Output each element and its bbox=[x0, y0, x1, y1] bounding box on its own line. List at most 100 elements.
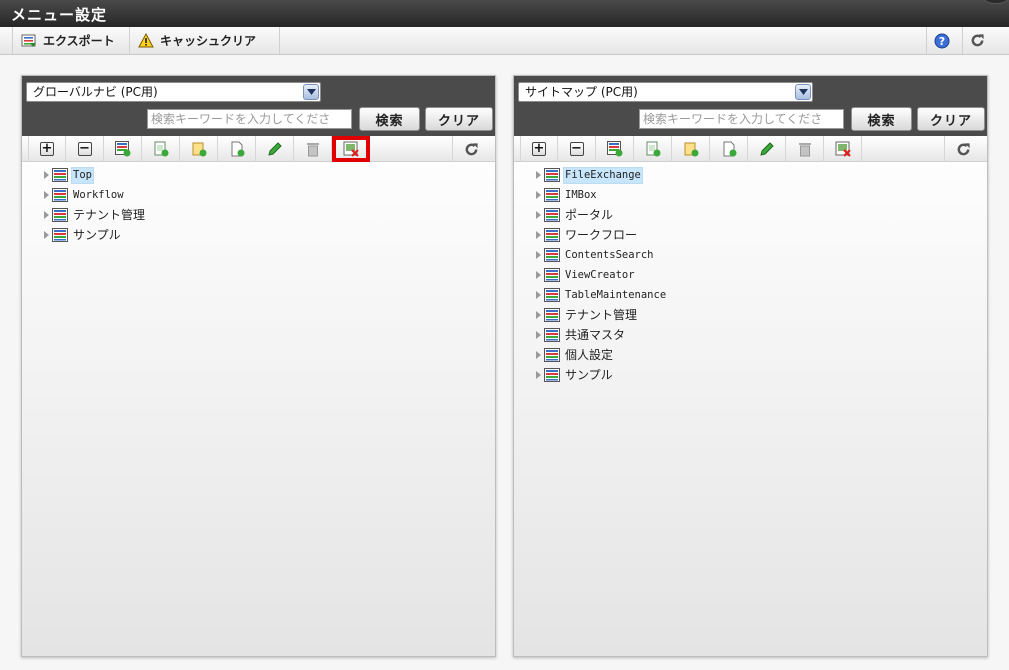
add-link-button[interactable] bbox=[218, 136, 256, 162]
tree-node[interactable]: 個人設定 bbox=[536, 345, 668, 365]
expand-arrow-icon[interactable] bbox=[536, 231, 541, 239]
tree-node-label[interactable]: 個人設定 bbox=[563, 347, 615, 364]
tree-node-label[interactable]: FileExchange bbox=[563, 166, 643, 184]
menu-delete-setting-button[interactable] bbox=[332, 136, 370, 162]
expand-arrow-icon[interactable] bbox=[536, 191, 541, 199]
tree-node[interactable]: IMBox bbox=[536, 185, 668, 205]
add-menu-button[interactable] bbox=[596, 136, 634, 162]
tree-node-label[interactable]: サンプル bbox=[71, 227, 123, 244]
tree-node-label[interactable]: Top bbox=[71, 166, 94, 184]
export-button[interactable]: エクスポート bbox=[12, 27, 130, 54]
tree-node[interactable]: ViewCreator bbox=[536, 265, 668, 285]
expand-arrow-icon[interactable] bbox=[536, 351, 541, 359]
expand-arrow-icon[interactable] bbox=[536, 251, 541, 259]
menu-delete-setting-button[interactable] bbox=[824, 136, 862, 162]
tree-node[interactable]: ワークフロー bbox=[536, 225, 668, 245]
expand-arrow-icon[interactable] bbox=[536, 211, 541, 219]
tree-node[interactable]: テナント管理 bbox=[536, 305, 668, 325]
refresh-icon bbox=[956, 142, 971, 157]
help-icon: ? bbox=[934, 33, 949, 48]
menu-node-icon bbox=[52, 228, 68, 242]
folder-add-icon bbox=[192, 142, 206, 157]
collapse-all-button[interactable]: − bbox=[66, 136, 104, 162]
tree-node-label[interactable]: IMBox bbox=[563, 187, 599, 204]
add-menu-button[interactable] bbox=[104, 136, 142, 162]
search-placeholder: 検索キーワードを入力してくださ bbox=[151, 112, 331, 126]
expand-arrow-icon[interactable] bbox=[536, 331, 541, 339]
tree-refresh-button[interactable] bbox=[452, 136, 490, 162]
add-page-button[interactable] bbox=[142, 136, 180, 162]
expand-arrow-icon[interactable] bbox=[44, 191, 49, 199]
menu-node-icon bbox=[52, 208, 68, 222]
expand-arrow-icon[interactable] bbox=[536, 291, 541, 299]
edit-button[interactable] bbox=[256, 136, 294, 162]
tree-node[interactable]: サンプル bbox=[536, 365, 668, 385]
search-button[interactable]: 検索 bbox=[851, 107, 912, 131]
edit-button[interactable] bbox=[748, 136, 786, 162]
add-page-button[interactable] bbox=[634, 136, 672, 162]
expand-arrow-icon[interactable] bbox=[44, 211, 49, 219]
expand-arrow-icon[interactable] bbox=[44, 231, 49, 239]
search-input[interactable]: 検索キーワードを入力してくださ bbox=[147, 109, 352, 129]
menu-node-icon bbox=[544, 288, 560, 302]
tree-node[interactable]: ポータル bbox=[536, 205, 668, 225]
tree-node[interactable]: Workflow bbox=[44, 185, 147, 205]
menu-select[interactable]: グローバルナビ (PC用) bbox=[26, 82, 321, 102]
top-toolbar: エクスポート キャッシュクリア ? bbox=[0, 27, 1009, 55]
expand-arrow-icon[interactable] bbox=[536, 171, 541, 179]
menu-node-icon bbox=[544, 208, 560, 222]
clear-button[interactable]: クリア bbox=[917, 107, 985, 131]
cache-clear-button[interactable]: キャッシュクリア bbox=[130, 27, 280, 54]
cache-clear-label: キャッシュクリア bbox=[160, 34, 257, 48]
tree-node[interactable]: テナント管理 bbox=[44, 205, 147, 225]
collapse-all-button[interactable]: − bbox=[558, 136, 596, 162]
tree-node[interactable]: TableMaintenance bbox=[536, 285, 668, 305]
tree-node-label[interactable]: ViewCreator bbox=[563, 267, 637, 284]
add-link-button[interactable] bbox=[710, 136, 748, 162]
tree-node[interactable]: 共通マスタ bbox=[536, 325, 668, 345]
menu-tree: Top Workflow テナント管理 サンプル bbox=[44, 165, 147, 245]
delete-button[interactable] bbox=[786, 136, 824, 162]
clear-button[interactable]: クリア bbox=[425, 107, 493, 131]
tree-toolbar: + − bbox=[514, 136, 987, 162]
tree-node-label[interactable]: ワークフロー bbox=[563, 227, 639, 244]
expand-all-button[interactable]: + bbox=[28, 136, 66, 162]
sitemap-panel: サイトマップ (PC用) 検索キーワードを入力してくださ 検索 クリア + − bbox=[513, 75, 988, 657]
tree-node[interactable]: Top bbox=[44, 165, 147, 185]
minus-icon: − bbox=[569, 141, 584, 156]
tree-node-label[interactable]: サンプル bbox=[563, 367, 615, 384]
tree-node-label[interactable]: 共通マスタ bbox=[563, 327, 627, 344]
expand-arrow-icon[interactable] bbox=[536, 271, 541, 279]
menu-add-icon bbox=[114, 141, 130, 157]
refresh-button[interactable] bbox=[962, 27, 992, 54]
add-folder-button[interactable] bbox=[180, 136, 218, 162]
expand-all-button[interactable]: + bbox=[520, 136, 558, 162]
tree-node[interactable]: サンプル bbox=[44, 225, 147, 245]
tree-node-label[interactable]: TableMaintenance bbox=[563, 287, 668, 304]
tree-node-label[interactable]: Workflow bbox=[71, 187, 126, 204]
search-placeholder: 検索キーワードを入力してくださ bbox=[643, 112, 823, 126]
search-input[interactable]: 検索キーワードを入力してくださ bbox=[639, 109, 844, 129]
menu-node-icon bbox=[544, 188, 560, 202]
tree-node-label[interactable]: テナント管理 bbox=[563, 307, 639, 324]
tree-refresh-button[interactable] bbox=[944, 136, 982, 162]
menu-node-icon bbox=[544, 228, 560, 242]
menu-select[interactable]: サイトマップ (PC用) bbox=[518, 82, 813, 102]
global-nav-panel: グローバルナビ (PC用) 検索キーワードを入力してくださ 検索 クリア + − bbox=[21, 75, 496, 657]
menu-tree: FileExchange IMBox ポータル ワークフロー ContentsS… bbox=[536, 165, 668, 385]
help-button[interactable]: ? bbox=[926, 27, 956, 54]
add-folder-button[interactable] bbox=[672, 136, 710, 162]
trash-icon bbox=[798, 143, 811, 157]
delete-button[interactable] bbox=[294, 136, 332, 162]
tree-node-label[interactable]: テナント管理 bbox=[71, 207, 147, 224]
menu-node-icon bbox=[544, 248, 560, 262]
tree-node[interactable]: ContentsSearch bbox=[536, 245, 668, 265]
tree-node[interactable]: FileExchange bbox=[536, 165, 668, 185]
expand-arrow-icon[interactable] bbox=[536, 371, 541, 379]
tree-node-label[interactable]: ポータル bbox=[563, 207, 615, 224]
expand-arrow-icon[interactable] bbox=[44, 171, 49, 179]
page-add-icon bbox=[646, 141, 660, 157]
search-button[interactable]: 検索 bbox=[359, 107, 420, 131]
expand-arrow-icon[interactable] bbox=[536, 311, 541, 319]
tree-node-label[interactable]: ContentsSearch bbox=[563, 247, 656, 264]
